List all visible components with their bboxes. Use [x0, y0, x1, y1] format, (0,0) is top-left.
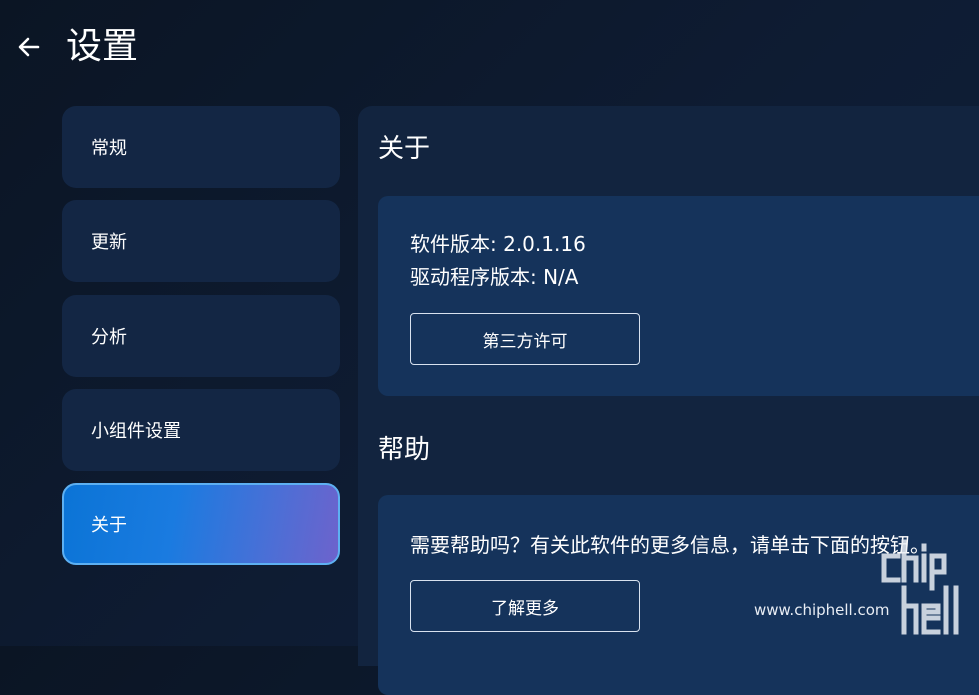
sidebar-item-label: 小组件设置 — [91, 421, 181, 442]
third-party-license-button[interactable]: 第三方许可 — [410, 313, 640, 365]
header: 设置 — [0, 0, 979, 96]
sidebar-item-analytics[interactable]: 分析 — [62, 295, 340, 377]
watermark-text: www.chiphell.com — [754, 601, 890, 619]
sidebar-item-label: 常规 — [91, 138, 127, 159]
watermark: www.chiphell.com — [750, 536, 979, 646]
sidebar-item-about[interactable]: 关于 — [62, 483, 340, 565]
sidebar-item-general[interactable]: 常规 — [62, 106, 340, 188]
about-card: 软件版本: 2.0.1.16 驱动程序版本: N/A 第三方许可 — [378, 196, 979, 396]
help-section-title: 帮助 — [378, 435, 431, 465]
chiphell-logo-icon — [881, 539, 959, 635]
driver-version-text: 驱动程序版本: N/A — [410, 265, 579, 289]
page-title: 设置 — [66, 26, 139, 67]
sidebar-item-updates[interactable]: 更新 — [62, 200, 340, 282]
learn-more-button[interactable]: 了解更多 — [410, 580, 640, 632]
sidebar-item-label: 分析 — [91, 327, 127, 348]
back-button[interactable] — [12, 30, 46, 64]
arrow-left-icon — [18, 37, 40, 57]
software-version-text: 软件版本: 2.0.1.16 — [410, 232, 586, 256]
sidebar-item-label: 更新 — [91, 232, 127, 253]
about-section-title: 关于 — [378, 134, 431, 164]
sidebar-item-widget-settings[interactable]: 小组件设置 — [62, 389, 340, 471]
sidebar-item-label: 关于 — [91, 515, 127, 536]
